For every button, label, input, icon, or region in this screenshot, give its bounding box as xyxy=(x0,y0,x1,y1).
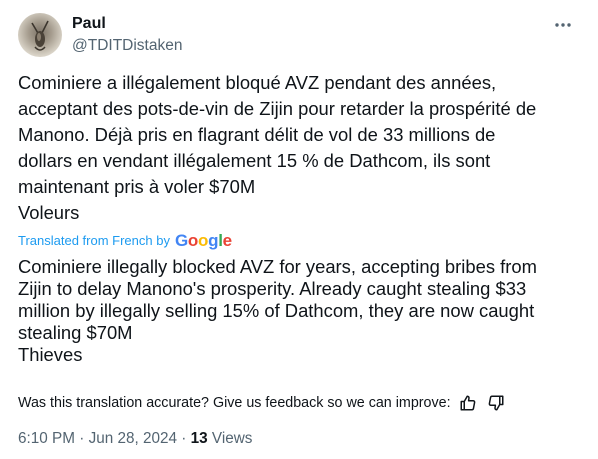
post-meta: 6:10 PM · Jun 28, 2024 · 13 Views xyxy=(18,429,252,449)
post-original-text: Cominiere a illégalement bloqué AVZ pend… xyxy=(18,70,588,226)
original-line: acceptant des pots-de-vin de Zijin pour … xyxy=(18,98,537,119)
avatar-image xyxy=(31,20,49,51)
original-line: Manono. Déjà pris en flagrant délit de v… xyxy=(18,124,496,145)
meta-separator: · xyxy=(181,430,187,447)
translation-line: Thieves xyxy=(18,344,83,365)
author-name[interactable]: Paul xyxy=(72,14,106,34)
more-options-button[interactable] xyxy=(548,10,578,40)
thumbs-down-button[interactable] xyxy=(485,392,507,414)
translation-line: Zijin to delay Manono's prosperity. Alre… xyxy=(18,278,527,299)
translation-feedback: Was this translation accurate? Give us f… xyxy=(18,392,507,414)
thumbs-up-button[interactable] xyxy=(457,392,479,414)
original-line: maintenant pris à voler $70M xyxy=(18,176,256,197)
meta-separator: · xyxy=(79,430,85,447)
original-line: Cominiere a illégalement bloqué AVZ pend… xyxy=(18,72,497,93)
post-time[interactable]: 6:10 PM xyxy=(18,430,75,447)
thumbs-up-icon xyxy=(460,395,475,411)
more-dots-icon xyxy=(555,23,571,27)
translation-attribution[interactable]: Translated from French by Google xyxy=(18,232,232,250)
avatar[interactable] xyxy=(18,13,62,57)
post-date[interactable]: Jun 28, 2024 xyxy=(89,430,177,447)
feedback-question: Was this translation accurate? Give us f… xyxy=(18,395,451,411)
google-logo: Google xyxy=(174,231,232,250)
original-line: Voleurs xyxy=(18,202,80,223)
translated-from-label: Translated from French by xyxy=(18,233,170,248)
views-count: 13 xyxy=(190,430,208,447)
author-handle[interactable]: @TDITDistaken xyxy=(72,36,182,56)
original-line: dollars en vendant illégalement 15 % de … xyxy=(18,150,491,171)
translation-line: million by illegally selling 15% of Dath… xyxy=(18,300,535,321)
views-label: Views xyxy=(211,430,253,447)
post-translation-text: Cominiere illegally blocked AVZ for year… xyxy=(18,256,588,366)
translation-line: Cominiere illegally blocked AVZ for year… xyxy=(18,256,537,277)
translation-line: stealing $70M xyxy=(18,322,133,343)
thumbs-down-icon xyxy=(488,395,504,411)
